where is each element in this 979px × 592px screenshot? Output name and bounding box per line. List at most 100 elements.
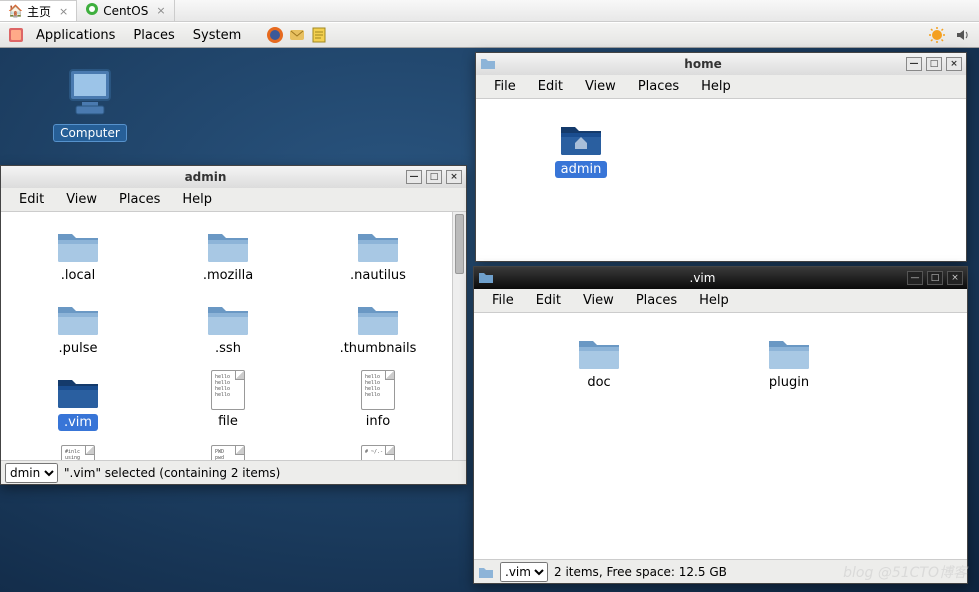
gnome-panel: Applications Places System	[0, 22, 979, 48]
menu-help[interactable]: Help	[691, 77, 741, 96]
file-name: admin	[555, 161, 608, 178]
close-button[interactable]: ×	[446, 170, 462, 184]
text-file-icon: hellohellohellohello	[211, 370, 245, 410]
close-button[interactable]: ×	[947, 271, 963, 285]
browser-tab-centos[interactable]: CentOS ×	[77, 0, 174, 21]
file-name: .thumbnails	[315, 341, 441, 356]
start-icon[interactable]	[6, 25, 26, 45]
menu-places[interactable]: Places	[109, 190, 170, 209]
titlebar-admin[interactable]: admin — □ ×	[1, 166, 466, 188]
file-view-admin[interactable]: .local .mozilla .nautilus .pulse .ssh .t…	[1, 212, 466, 460]
file-item-admin[interactable]: admin	[516, 113, 646, 182]
scrollbar[interactable]	[452, 212, 466, 460]
file-item-partial[interactable]: PWDpwdecho	[163, 441, 293, 460]
mail-icon[interactable]	[287, 25, 307, 45]
menu-places[interactable]: Places	[125, 26, 182, 45]
firefox-icon[interactable]	[265, 25, 285, 45]
menu-view[interactable]: View	[575, 77, 626, 96]
file-view-home[interactable]: admin	[476, 99, 966, 261]
file-name: .vim	[58, 414, 98, 431]
file-item-partial[interactable]: # ~/.-	[313, 441, 443, 460]
menubar: File Edit View Places Help	[474, 289, 967, 313]
scrollbar-thumb[interactable]	[455, 214, 464, 274]
titlebar-vim[interactable]: .vim — □ ×	[474, 267, 967, 289]
file-name: .mozilla	[165, 268, 291, 283]
maximize-button[interactable]: □	[927, 271, 943, 285]
file-item-.nautilus[interactable]: .nautilus	[313, 220, 443, 287]
desktop-computer-icon[interactable]: Computer	[50, 68, 130, 142]
file-view-vim[interactable]: doc plugin	[474, 313, 967, 559]
notes-icon[interactable]	[309, 25, 329, 45]
menu-applications[interactable]: Applications	[28, 26, 123, 45]
file-item-.local[interactable]: .local	[13, 220, 143, 287]
window-admin: admin — □ × Edit View Places Help .local…	[0, 165, 467, 485]
folder-icon	[354, 297, 402, 337]
file-name: .pulse	[15, 341, 141, 356]
tab-label: CentOS	[103, 4, 148, 18]
file-name: .local	[15, 268, 141, 283]
text-file-icon: #inlcusingint m	[61, 445, 95, 460]
folder-icon	[575, 331, 623, 371]
browser-tabs: 🏠 主页 × CentOS ×	[0, 0, 979, 22]
sun-icon[interactable]	[927, 25, 947, 45]
menu-edit[interactable]: Edit	[528, 77, 573, 96]
file-item-.ssh[interactable]: .ssh	[163, 293, 293, 360]
file-name: plugin	[726, 375, 852, 390]
close-icon[interactable]: ×	[156, 4, 165, 17]
location-select[interactable]: dmin	[5, 463, 58, 483]
minimize-button[interactable]: —	[907, 271, 923, 285]
close-button[interactable]: ×	[946, 57, 962, 71]
menu-edit[interactable]: Edit	[526, 291, 571, 310]
desktop[interactable]: Computer admin — □ × Edit View Places He…	[0, 48, 979, 592]
window-title: .vim	[498, 271, 907, 285]
home-icon: 🏠	[8, 4, 23, 18]
file-name: info	[315, 414, 441, 429]
menu-help[interactable]: Help	[689, 291, 739, 310]
folder-icon	[765, 331, 813, 371]
menubar: File Edit View Places Help	[476, 75, 966, 99]
maximize-button[interactable]: □	[426, 170, 442, 184]
tab-label: 主页	[27, 3, 51, 20]
folder-icon	[54, 224, 102, 264]
menu-edit[interactable]: Edit	[9, 190, 54, 209]
file-name: .ssh	[165, 341, 291, 356]
window-title: admin	[5, 170, 406, 184]
folder-icon	[204, 224, 252, 264]
window-vim: .vim — □ × File Edit View Places Help do…	[473, 266, 968, 584]
file-item-.mozilla[interactable]: .mozilla	[163, 220, 293, 287]
folder-icon	[478, 565, 494, 579]
menu-view[interactable]: View	[573, 291, 624, 310]
browser-tab-home[interactable]: 🏠 主页 ×	[0, 0, 77, 21]
computer-label: Computer	[53, 124, 127, 142]
folder-icon	[480, 56, 496, 72]
file-item-.vim[interactable]: .vim	[13, 366, 143, 435]
menu-file[interactable]: File	[482, 291, 524, 310]
file-item-info[interactable]: hellohellohellohello info	[313, 366, 443, 435]
folder-icon	[478, 270, 494, 286]
file-item-doc[interactable]: doc	[534, 327, 664, 394]
minimize-button[interactable]: —	[406, 170, 422, 184]
menubar: Edit View Places Help	[1, 188, 466, 212]
volume-icon[interactable]	[953, 25, 973, 45]
text-file-icon: hellohellohellohello	[361, 370, 395, 410]
titlebar-home[interactable]: home — □ ×	[476, 53, 966, 75]
text-file-icon: PWDpwdecho	[211, 445, 245, 460]
file-item-.pulse[interactable]: .pulse	[13, 293, 143, 360]
menu-places[interactable]: Places	[628, 77, 689, 96]
file-item-plugin[interactable]: plugin	[724, 327, 854, 394]
file-item-.thumbnails[interactable]: .thumbnails	[313, 293, 443, 360]
file-item-file[interactable]: hellohellohellohellofile	[163, 366, 293, 435]
close-icon[interactable]: ×	[59, 5, 68, 18]
folder-icon	[354, 224, 402, 264]
menu-places[interactable]: Places	[626, 291, 687, 310]
minimize-button[interactable]: —	[906, 57, 922, 71]
maximize-button[interactable]: □	[926, 57, 942, 71]
menu-file[interactable]: File	[484, 77, 526, 96]
location-select[interactable]: .vim	[500, 562, 548, 582]
folder-icon	[557, 117, 605, 157]
menu-view[interactable]: View	[56, 190, 107, 209]
file-item-partial[interactable]: #inlcusingint m	[13, 441, 143, 460]
menu-system[interactable]: System	[185, 26, 249, 45]
menu-help[interactable]: Help	[172, 190, 222, 209]
file-name: doc	[536, 375, 662, 390]
